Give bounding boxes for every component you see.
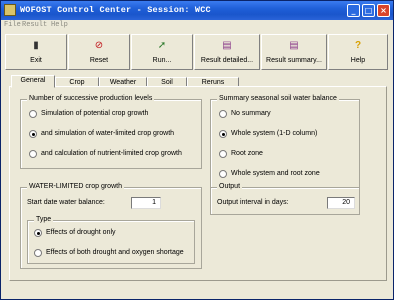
close-button[interactable]: × xyxy=(377,4,390,17)
radio-root-zone-button[interactable] xyxy=(219,150,227,158)
reset-button[interactable]: ⊘ Reset xyxy=(68,34,130,70)
radio-whole-system-button[interactable] xyxy=(219,130,227,138)
menu-file[interactable]: File xyxy=(4,21,21,29)
radio-root-zone-label: Root zone xyxy=(231,150,263,157)
result-detailed-icon: ▤ xyxy=(222,40,232,51)
type-group: Type Effects of drought only Effects of … xyxy=(27,216,195,264)
radio-potential-button[interactable] xyxy=(29,110,37,118)
radio-no-summary-label: No summary xyxy=(231,110,271,117)
soil-water-balance-title: Summary seasonal soil water balance xyxy=(217,95,339,102)
maximize-button[interactable]: □ xyxy=(362,4,375,17)
minimize-button[interactable]: _ xyxy=(347,4,360,17)
menu-bar: File Result Help xyxy=(1,20,393,32)
run-button[interactable]: ➚ Run... xyxy=(131,34,193,70)
tab-general[interactable]: General xyxy=(11,75,55,88)
start-date-label: Start date water balance: xyxy=(27,199,105,206)
water-limited-title: WATER-LIMITED crop growth xyxy=(27,183,124,190)
exit-button[interactable]: ▮ Exit xyxy=(5,34,67,70)
run-button-label: Run... xyxy=(152,57,172,64)
reset-button-label: Reset xyxy=(89,57,109,64)
help-icon: ? xyxy=(354,40,362,51)
app-icon xyxy=(4,4,16,16)
output-group: Output Output interval in days: 20 xyxy=(210,183,360,215)
general-tab-panel: Number of successive production levels S… xyxy=(9,86,387,281)
status-bar xyxy=(1,289,393,299)
menu-result[interactable]: Result xyxy=(22,21,47,29)
toolbar: ▮ Exit ⊘ Reset ➚ Run... ▤ Result detaile… xyxy=(5,34,389,72)
result-summary-button-label: Result summary... xyxy=(266,57,322,64)
production-levels-group: Number of successive production levels S… xyxy=(20,95,202,169)
radio-nutrient-limited-label: and calculation of nutrient-limited crop… xyxy=(41,150,182,157)
radio-drought-oxygen-label: Effects of both drought and oxygen short… xyxy=(46,249,184,256)
start-date-input[interactable]: 1 xyxy=(131,197,161,209)
radio-no-summary-button[interactable] xyxy=(219,110,227,118)
run-icon: ➚ xyxy=(157,40,167,51)
window-title: WOFOST Control Center - Session: WCC xyxy=(20,5,211,15)
radio-nutrient-limited-button[interactable] xyxy=(29,150,37,158)
radio-water-limited-label: and simulation of water-limited crop gro… xyxy=(41,130,175,137)
radio-whole-and-root-button[interactable] xyxy=(219,170,227,178)
radio-whole-system-label: Whole system (1-D column) xyxy=(231,130,318,137)
reset-icon: ⊘ xyxy=(94,40,104,51)
type-title: Type xyxy=(34,216,54,223)
exit-button-label: Exit xyxy=(30,57,42,64)
soil-water-balance-group: Summary seasonal soil water balance No s… xyxy=(210,95,360,189)
result-summary-button[interactable]: ▤ Result summary... xyxy=(261,34,327,70)
menu-help[interactable]: Help xyxy=(51,21,68,29)
result-summary-icon: ▤ xyxy=(289,40,299,51)
output-interval-label: Output interval in days: xyxy=(217,199,289,206)
help-button-label: Help xyxy=(350,57,366,64)
exit-icon: ▮ xyxy=(33,40,39,51)
wofost-window: WOFOST Control Center - Session: WCC _ □… xyxy=(0,0,394,300)
water-limited-group: WATER-LIMITED crop growth Start date wat… xyxy=(20,183,202,269)
radio-water-limited-button[interactable] xyxy=(29,130,37,138)
production-levels-title: Number of successive production levels xyxy=(27,95,155,102)
help-button[interactable]: ? Help xyxy=(328,34,388,70)
result-detailed-button-label: Result detailed... xyxy=(200,57,254,64)
radio-drought-only-label: Effects of drought only xyxy=(46,229,116,236)
title-bar[interactable]: WOFOST Control Center - Session: WCC _ □… xyxy=(1,1,393,20)
radio-potential-label: Simulation of potential crop growth xyxy=(41,110,149,117)
output-interval-input[interactable]: 20 xyxy=(327,197,355,209)
radio-drought-only-button[interactable] xyxy=(34,229,42,237)
radio-whole-and-root-label: Whole system and root zone xyxy=(231,170,320,177)
output-title: Output xyxy=(217,183,243,190)
result-detailed-button[interactable]: ▤ Result detailed... xyxy=(194,34,260,70)
radio-drought-oxygen-button[interactable] xyxy=(34,249,42,257)
